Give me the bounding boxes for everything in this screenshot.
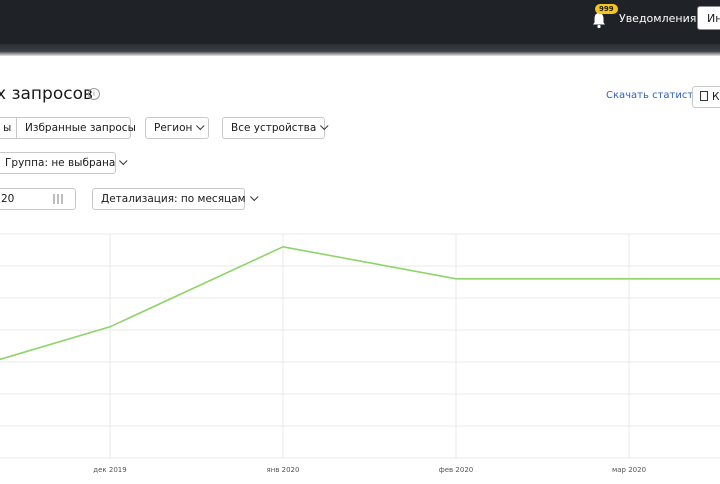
info-icon[interactable]: i xyxy=(88,88,100,100)
tab-all-queries[interactable]: ы xyxy=(0,117,16,139)
tab-favorite-queries[interactable]: Избранные запросы xyxy=(16,117,131,139)
x-tick-label: дек 2019 xyxy=(93,466,126,474)
region-select[interactable]: Регион xyxy=(145,117,209,139)
export-button-label: К xyxy=(712,91,719,103)
chevron-down-icon xyxy=(250,193,258,201)
chevron-down-icon xyxy=(119,157,127,165)
page-title: х запросов xyxy=(0,84,93,104)
notifications-link[interactable]: Уведомления xyxy=(619,12,696,25)
detail-select[interactable]: Детализация: по месяцам xyxy=(92,188,245,210)
header-button[interactable]: Ин xyxy=(697,6,720,30)
detail-select-label: Детализация: по месяцам xyxy=(101,193,246,205)
tab-all-queries-label: ы xyxy=(3,122,11,134)
document-icon xyxy=(700,91,708,101)
x-tick-label: фев 2020 xyxy=(439,466,473,474)
group-select-label: Группа: не выбрана xyxy=(5,157,115,169)
chart-area: дек 2019 янв 2020 фев 2020 мар 2020 xyxy=(0,232,720,480)
x-tick-label: янв 2020 xyxy=(267,466,300,474)
devices-select-label: Все устройства xyxy=(231,122,316,134)
tab-favorite-queries-label: Избранные запросы xyxy=(25,122,136,134)
chevron-down-icon xyxy=(320,122,328,130)
line-chart: дек 2019 янв 2020 фев 2020 мар 2020 xyxy=(0,232,720,480)
region-select-label: Регион xyxy=(154,122,192,134)
group-select[interactable]: Группа: не выбрана xyxy=(0,152,116,174)
header-divider xyxy=(0,44,720,56)
date-range-input[interactable]: 20 xyxy=(0,188,76,210)
calendar-icon xyxy=(53,194,65,204)
date-range-value: 20 xyxy=(1,193,14,205)
devices-select[interactable]: Все устройства xyxy=(222,117,325,139)
chevron-down-icon xyxy=(196,122,204,130)
export-button[interactable]: К xyxy=(692,86,720,108)
notifications-count-badge: 999 xyxy=(595,4,618,14)
x-tick-label: мар 2020 xyxy=(612,466,646,474)
